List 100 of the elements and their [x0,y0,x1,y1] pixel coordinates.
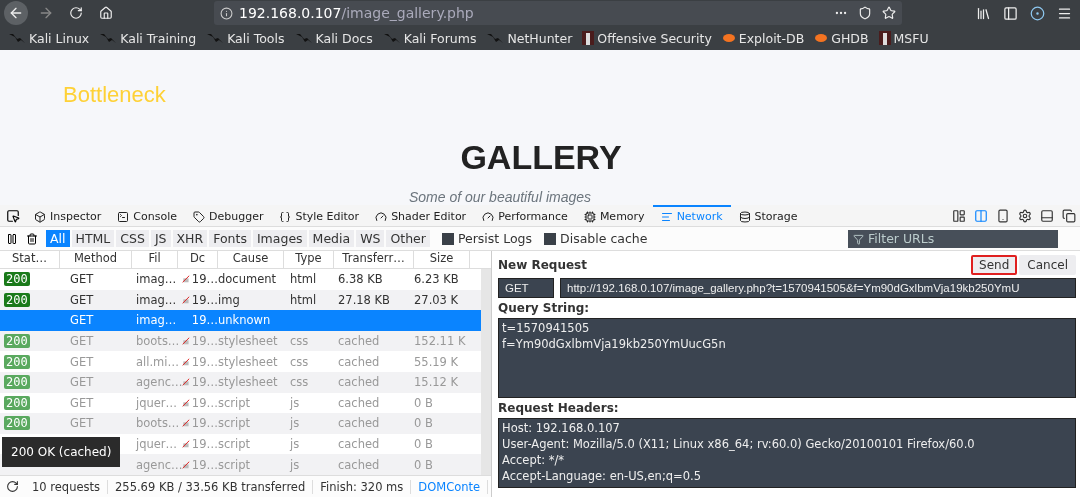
cause-text: unknown [218,313,271,328]
pause-icon[interactable] [6,232,18,245]
tower-icon [878,31,891,45]
bookmark[interactable]: Exploit-DB [721,30,805,46]
finish-time: Finish: 320 ms [313,479,412,494]
request-row[interactable]: GET imag… 19…unknown [0,310,481,331]
bookmark[interactable]: NetHunter [486,30,573,46]
transfer-size: 255.69 KB / 33.56 KB transferred [108,479,314,494]
transferred-text: 27.18 KB [338,292,390,307]
method-text: GET [70,334,94,349]
file-text: imag… [136,313,177,328]
dock-icon[interactable] [1040,208,1054,223]
size-text: 55.19 K [414,354,459,369]
method-text: GET [70,375,94,390]
method-field[interactable]: GET [498,278,554,298]
reload-icon[interactable] [6,480,19,493]
menu-icon[interactable] [1057,5,1072,21]
filter-button[interactable]: XHR [172,230,208,247]
request-row[interactable]: 200 GET imag… 19…img html 27.18 KB 27.03 K [0,289,481,311]
devtools-tab[interactable]: Shader Editor [367,204,475,227]
filter-button[interactable]: HTML [71,230,115,247]
status-code: 200 [4,416,30,431]
tower-icon [582,31,595,45]
cause-text: img [218,292,240,307]
column-header[interactable]: Fil [132,251,178,268]
send-button[interactable]: Send [971,255,1018,275]
picker-icon[interactable] [6,208,20,223]
bookmark[interactable]: MSFU [878,30,929,46]
layout-icon[interactable] [952,208,966,223]
devtools-tab[interactable]: Storage [730,204,806,227]
filter-button[interactable]: Media [308,230,355,247]
filter-button[interactable]: Fonts [209,230,251,247]
type-text: js [290,457,300,472]
type-text: js [290,395,300,410]
filter-button[interactable]: Other [386,230,430,247]
bookmark[interactable]: GHDB [814,30,869,46]
devtools-tab[interactable]: Inspector [26,204,110,227]
responsive-icon[interactable] [996,208,1010,223]
box-icon [34,210,46,223]
library-icon[interactable] [976,5,991,21]
sidebar-icon[interactable] [1003,5,1018,21]
bookmark[interactable]: Kali Linux [8,30,90,46]
type-text: js [290,437,300,452]
transferred-text: 6.38 KB [338,272,383,287]
scrollbar[interactable] [481,269,491,475]
bookmark[interactable]: Kali Tools [206,30,285,46]
settings-icon[interactable] [1018,208,1032,223]
tooltip: 200 OK (cached) [2,437,121,467]
column-header[interactable]: Transferr… [334,251,414,268]
bookmark[interactable]: Kali Training [99,30,197,46]
column-header[interactable]: Method [60,251,132,268]
checkbox[interactable] [441,232,454,245]
filter-button[interactable]: All [46,230,70,247]
filter-button[interactable]: WS [356,230,385,247]
headers-field[interactable]: Host: 192.168.0.107 User-Agent: Mozilla/5.0 (X11; Linux x86_64; rv:60.0) Gecko/20100101 Firefox/60.0 Accept: */* Accept-Language: en-US,en;q=0.5 [498,418,1076,488]
url-field[interactable]: http://192.168.0.107/image_gallery.php?t=1570941505&f=Ym90dGxlbmVja19kb250YmU [560,278,1076,298]
transferred-text: cached [338,375,380,390]
clear-icon[interactable] [26,232,38,245]
devtools-tab[interactable]: Debugger [185,204,272,227]
filter-button[interactable]: JS [150,230,171,247]
domain-text: 19… [191,437,218,452]
filter-button[interactable]: CSS [116,230,149,247]
bookmark[interactable]: Offensive Security [582,30,712,46]
star-icon[interactable] [882,6,896,20]
column-header[interactable]: Dc [178,251,218,268]
split-console-icon[interactable] [974,208,988,223]
file-text: jquer… [136,437,178,452]
domain-text: 19… [191,395,218,410]
url-text: 192.168.0.107/image_gallery.php [239,5,474,21]
reload-icon [69,6,83,20]
dragon-icon [99,32,118,44]
checkbox[interactable] [544,232,557,245]
window-icon[interactable] [1062,208,1076,223]
bookmark[interactable]: Kali Forums [382,30,477,46]
query-label: Query String: [498,301,591,315]
back-button[interactable] [4,1,28,25]
query-field[interactable]: t=1570941505 f=Ym90dGxlbmVja19kb250YmUucG5n [498,318,1076,398]
column-header[interactable]: Cause [218,251,284,268]
domain-text: 19… [191,292,218,307]
type-text: js [290,416,300,431]
devtools-tab[interactable]: Memory [575,204,653,227]
filter-button[interactable]: Images [252,230,307,247]
devtools-tab[interactable]: Performance [474,204,576,227]
address-bar[interactable]: 192.168.0.107/image_gallery.php [214,1,902,25]
extension-icon[interactable] [1030,5,1045,21]
filter-field[interactable]: Filter URLs [848,229,1058,248]
column-header[interactable]: Stat… [0,251,60,268]
size-text: 0 B [414,437,433,452]
panel-title: New Request [498,258,587,272]
method-text: GET [70,416,94,431]
cancel-button[interactable]: Cancel [1019,255,1076,275]
column-header[interactable]: Type [284,251,334,268]
status-code: 200 [4,292,30,307]
column-header[interactable]: Size [414,251,470,268]
bookmark[interactable]: Kali Docs [294,30,373,46]
chip-icon [583,210,596,223]
devtools-tab[interactable]: Console [109,204,185,227]
type-text: html [290,292,317,307]
domain-text: 19… [191,375,218,390]
devtools-tab[interactable]: Style Editor [271,204,368,227]
